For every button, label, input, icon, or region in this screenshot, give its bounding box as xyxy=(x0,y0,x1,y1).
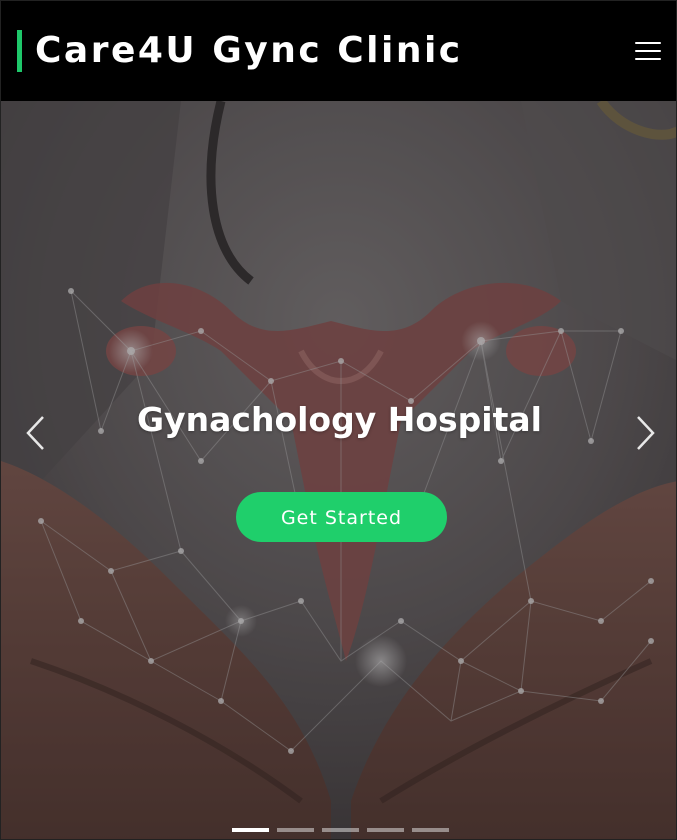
carousel-indicator-1[interactable] xyxy=(232,828,269,832)
carousel-indicator-3[interactable] xyxy=(322,828,359,832)
carousel-indicator-4[interactable] xyxy=(367,828,404,832)
carousel-indicator-2[interactable] xyxy=(277,828,314,832)
carousel-indicator-5[interactable] xyxy=(412,828,449,832)
menu-line xyxy=(635,58,661,60)
hamburger-menu-icon[interactable] xyxy=(635,39,661,63)
menu-line xyxy=(635,42,661,44)
get-started-button[interactable]: Get Started xyxy=(236,492,447,542)
brand-title[interactable]: Care4U Gync Clinic xyxy=(35,29,463,73)
page: Care4U Gync Clinic Gynachology Hospital … xyxy=(0,0,677,840)
chevron-right-icon[interactable] xyxy=(628,413,658,453)
menu-line xyxy=(635,50,661,52)
brand-accent-bar xyxy=(17,30,22,72)
hero-dark-overlay xyxy=(1,101,676,839)
hero-title: Gynachology Hospital xyxy=(137,400,542,439)
hero-carousel xyxy=(1,101,676,839)
site-header: Care4U Gync Clinic xyxy=(1,1,676,101)
chevron-left-icon[interactable] xyxy=(23,413,53,453)
